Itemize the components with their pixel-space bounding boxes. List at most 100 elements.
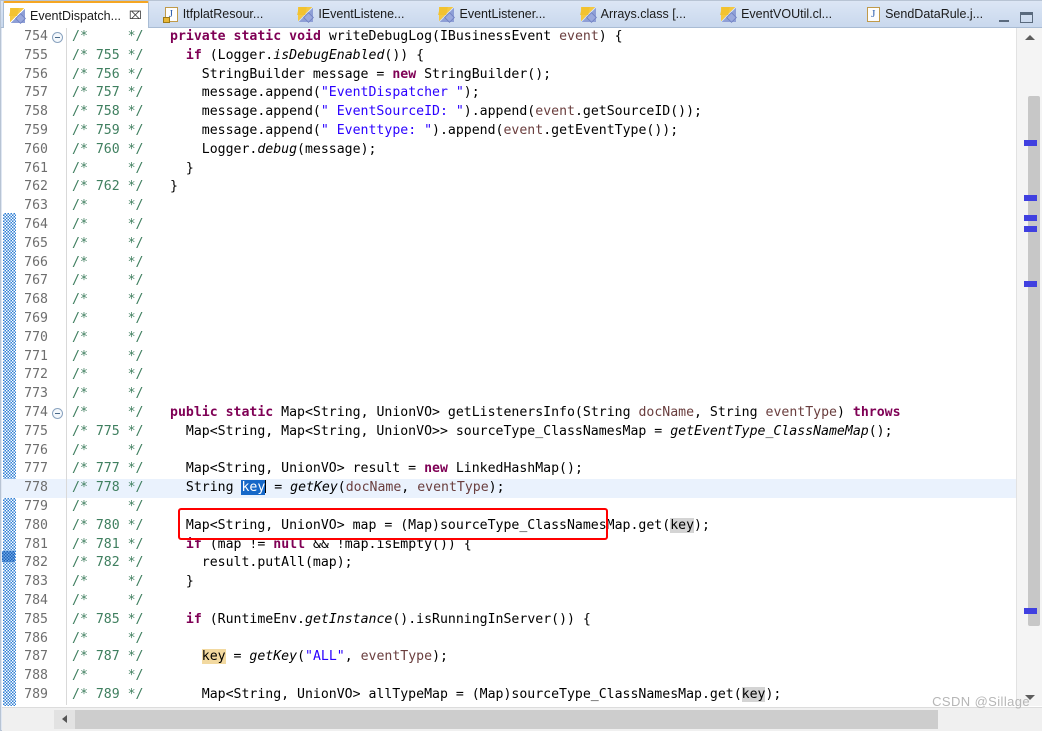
occurrence-marker[interactable] [1024, 226, 1037, 232]
code-line-783[interactable]: 783 /* */ } [2, 573, 1016, 592]
maximize-icon[interactable] [1020, 12, 1033, 23]
editor-tab-2[interactable]: IEventListene... [292, 1, 411, 27]
line-source[interactable]: Map<String, UnionVO> result = new Linked… [170, 460, 583, 479]
occurrence-marker[interactable] [1024, 195, 1037, 201]
fold-collapse-icon[interactable] [52, 32, 63, 43]
line-comment-prefix: /* 757 */ [72, 85, 144, 101]
code-line-763[interactable]: 763 /* */ [2, 197, 1016, 216]
code-line-784[interactable]: 784 /* */ [2, 591, 1016, 611]
line-source[interactable]: public static Map<String, UnionVO> getLi… [170, 404, 901, 423]
line-number: 771 [24, 348, 48, 364]
line-source[interactable]: } [170, 178, 178, 197]
code-line-770[interactable]: 770 /* */ [2, 328, 1016, 348]
code-line-756[interactable]: 756 /* 756 */ StringBuilder message = new… [2, 65, 1016, 85]
line-number: 759 [24, 122, 48, 138]
editor-tab-5[interactable]: EventVOUtil.cl... [715, 1, 839, 27]
vertical-scrollbar[interactable] [1016, 28, 1042, 706]
code-lines[interactable]: 754 /* */ private static void writeDebugLo… [2, 28, 1016, 706]
code-line-782[interactable]: 782 /* 782 */ result.putAll(map); [2, 554, 1016, 574]
line-source[interactable]: if (Logger.isDebugEnabled()) { [170, 47, 424, 66]
code-line-755[interactable]: 755 /* 755 */ if (Logger.isDebugEnabled()… [2, 46, 1016, 66]
scroll-left-icon[interactable] [54, 710, 75, 729]
occurrence-marker[interactable] [1024, 608, 1037, 614]
occurrence-marker[interactable] [1024, 281, 1037, 287]
line-number: 787 [24, 649, 48, 665]
editor-tab-3[interactable]: EventListener... [433, 1, 552, 27]
line-source[interactable]: if (map != null && !map.isEmpty()) { [170, 536, 472, 555]
java-source-editor[interactable]: 754 /* */ private static void writeDebugLo… [2, 28, 1042, 731]
close-icon[interactable]: ⌧ [129, 9, 142, 22]
line-source[interactable]: Map<String, UnionVO> map = (Map)sourceTy… [170, 517, 710, 536]
vertical-scroll-thumb[interactable] [1028, 96, 1040, 626]
gutter-separator [66, 385, 67, 404]
occurrence-marker[interactable] [1024, 215, 1037, 221]
code-line-788[interactable]: 788 /* */ [2, 667, 1016, 686]
line-source[interactable]: result.putAll(map); [170, 554, 353, 573]
scroll-up-icon[interactable] [1017, 28, 1042, 45]
code-line-777[interactable]: 777 /* 777 */ Map<String, UnionVO> result… [2, 460, 1016, 480]
code-line-764[interactable]: 764 /* */ [2, 215, 1016, 235]
line-number: 754 [24, 29, 48, 44]
line-source[interactable]: private static void writeDebugLog(IBusin… [170, 28, 623, 47]
line-comment-prefix: /* */ [72, 216, 144, 232]
occurrence-marker[interactable] [1024, 140, 1037, 146]
line-source[interactable]: Map<String, UnionVO> allTypeMap = (Map)s… [170, 686, 781, 705]
code-line-771[interactable]: 771 /* */ [2, 347, 1016, 367]
fold-collapse-icon[interactable] [52, 407, 63, 419]
code-line-776[interactable]: 776 /* */ [2, 441, 1016, 461]
line-source[interactable]: if (RuntimeEnv.getInstance().isRunningIn… [170, 611, 591, 630]
line-source[interactable]: } [170, 160, 194, 179]
editor-tab-6[interactable]: SendDataRule.j... [861, 1, 990, 27]
code-line-760[interactable]: 760 /* 760 */ Logger.debug(message); [2, 140, 1016, 160]
horizontal-scrollbar[interactable] [2, 707, 1042, 731]
code-line-780[interactable]: 780 /* 780 */ Map<String, UnionVO> map = … [2, 516, 1016, 536]
code-line-767[interactable]: 767 /* */ [2, 272, 1016, 292]
horizontal-scroll-thumb[interactable] [75, 710, 938, 729]
code-line-766[interactable]: 766 /* */ [2, 253, 1016, 273]
line-number: 785 [24, 611, 48, 627]
code-line-785[interactable]: 785 /* 785 */ if (RuntimeEnv.getInstance(… [2, 610, 1016, 630]
minimize-icon[interactable] [998, 12, 1011, 23]
line-source[interactable]: Logger.debug(message); [170, 141, 377, 160]
gutter-separator [66, 234, 67, 254]
editor-tab-bar: EventDispatch... ⌧ ItfplatResour... IEve… [1, 1, 1042, 28]
code-line-762[interactable]: 762 /* 762 */} [2, 178, 1016, 198]
code-line-774[interactable]: 774 /* */ public static Map<String, UnionV… [2, 403, 1016, 423]
line-source[interactable]: message.append(" Eventtype: ").append(ev… [170, 122, 678, 141]
code-line-772[interactable]: 772 /* */ [2, 366, 1016, 386]
line-number: 756 [24, 66, 48, 82]
tab-label: EventDispatch... [30, 8, 122, 23]
line-source[interactable]: message.append(" EventSourceID: ").appen… [170, 103, 702, 122]
line-source[interactable]: String key = getKey(docName, eventType); [170, 479, 505, 498]
code-line-773[interactable]: 773 /* */ [2, 385, 1016, 404]
line-source[interactable]: Map<String, Map<String, UnionVO>> source… [170, 423, 893, 442]
code-line-787[interactable]: 787 /* 787 */ key = getKey("ALL", eventTy… [2, 648, 1016, 668]
line-source[interactable]: message.append("EventDispatcher "); [170, 84, 480, 103]
code-line-775[interactable]: 775 /* 775 */ Map<String, Map<String, Uni… [2, 422, 1016, 442]
line-source[interactable]: } [170, 573, 194, 592]
code-line-789[interactable]: 789 /* 789 */ Map<String, UnionVO> allTyp… [2, 685, 1016, 705]
code-line-778[interactable]: 778 /* 778 */ String key = getKey(docName… [2, 479, 1016, 498]
code-line-758[interactable]: 758 /* 758 */ message.append(" EventSourc… [2, 103, 1016, 122]
code-line-786[interactable]: 786 /* */ [2, 629, 1016, 649]
code-line-769[interactable]: 769 /* */ [2, 309, 1016, 329]
line-source[interactable]: StringBuilder message = new StringBuilde… [170, 66, 551, 85]
editor-tab-4[interactable]: Arrays.class [... [575, 1, 693, 27]
gutter-separator [66, 121, 67, 141]
tab-label: EventVOUtil.cl... [741, 7, 833, 21]
code-line-754[interactable]: 754 /* */ private static void writeDebugLo… [2, 28, 1016, 47]
code-line-779[interactable]: 779 /* */ [2, 497, 1016, 517]
code-line-761[interactable]: 761 /* */ } [2, 159, 1016, 179]
line-number: 780 [24, 517, 48, 533]
gutter-separator [66, 667, 67, 686]
line-gutter: 774 /* */ [2, 403, 170, 423]
code-line-781[interactable]: 781 /* 781 */ if (map != null && !map.isE… [2, 535, 1016, 555]
code-line-757[interactable]: 757 /* 757 */ message.append("EventDispat… [2, 84, 1016, 104]
line-source[interactable]: key = getKey("ALL", eventType); [170, 648, 448, 667]
gutter-separator [66, 422, 67, 442]
code-line-768[interactable]: 768 /* */ [2, 291, 1016, 310]
editor-tab-0[interactable]: EventDispatch... ⌧ [3, 1, 149, 28]
code-line-759[interactable]: 759 /* 759 */ message.append(" Eventtype:… [2, 121, 1016, 141]
code-line-765[interactable]: 765 /* */ [2, 234, 1016, 254]
editor-tab-1[interactable]: ItfplatResour... [159, 1, 271, 27]
